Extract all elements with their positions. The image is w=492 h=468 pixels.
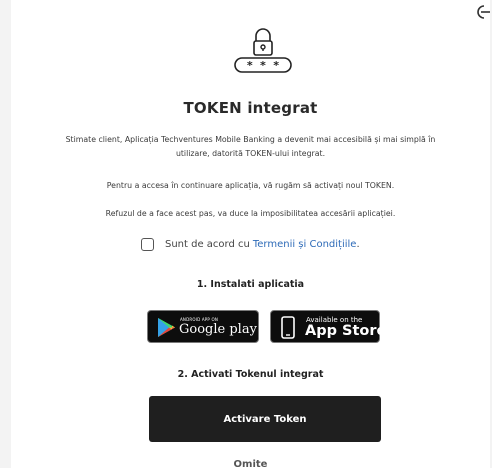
skip-link[interactable]: Omite: [11, 459, 490, 468]
step2-title: 2. Activati Tokenul integrat: [177, 369, 324, 380]
google-play-text: Google play: [179, 322, 257, 337]
instruction-text: Pentru a accesa în continuare aplicația,…: [106, 181, 395, 190]
intro-line-2: utilizare, datorită TOKEN-ului integrat.: [175, 149, 326, 158]
token-card: * * * TOKEN integrat Stimate client, Apl…: [11, 0, 490, 468]
intro-line-1: Stimate client, Aplicația Techventures M…: [65, 135, 436, 144]
phone-icon: [281, 316, 295, 339]
terms-suffix: .: [356, 238, 360, 250]
app-store-button[interactable]: Available on the App Store: [270, 310, 386, 343]
terms-checkbox[interactable]: [141, 237, 154, 251]
google-play-icon: [158, 318, 175, 337]
terms-agreement: Sunt de acord cu Termenii și Condițiile …: [141, 236, 360, 252]
password-mask: * * *: [246, 59, 279, 72]
warning-text: Refuzul de a face acest pas, va duce la …: [105, 209, 396, 218]
google-play-button[interactable]: ANDROID APP ON Google play: [147, 310, 259, 343]
lock-password-icon: * * *: [228, 25, 298, 75]
app-store-text: App Store: [305, 323, 387, 339]
step1-title: 1. Instalati aplicatia: [196, 279, 305, 290]
page-title: TOKEN integrat: [183, 99, 318, 117]
intro-text: Stimate client, Aplicația Techventures M…: [11, 133, 490, 161]
terms-link[interactable]: Termenii și Condițiile: [253, 239, 357, 250]
activate-token-button[interactable]: Activare Token: [149, 396, 381, 442]
terms-label: Sunt de acord cu: [165, 238, 250, 250]
logout-icon[interactable]: [476, 3, 490, 21]
